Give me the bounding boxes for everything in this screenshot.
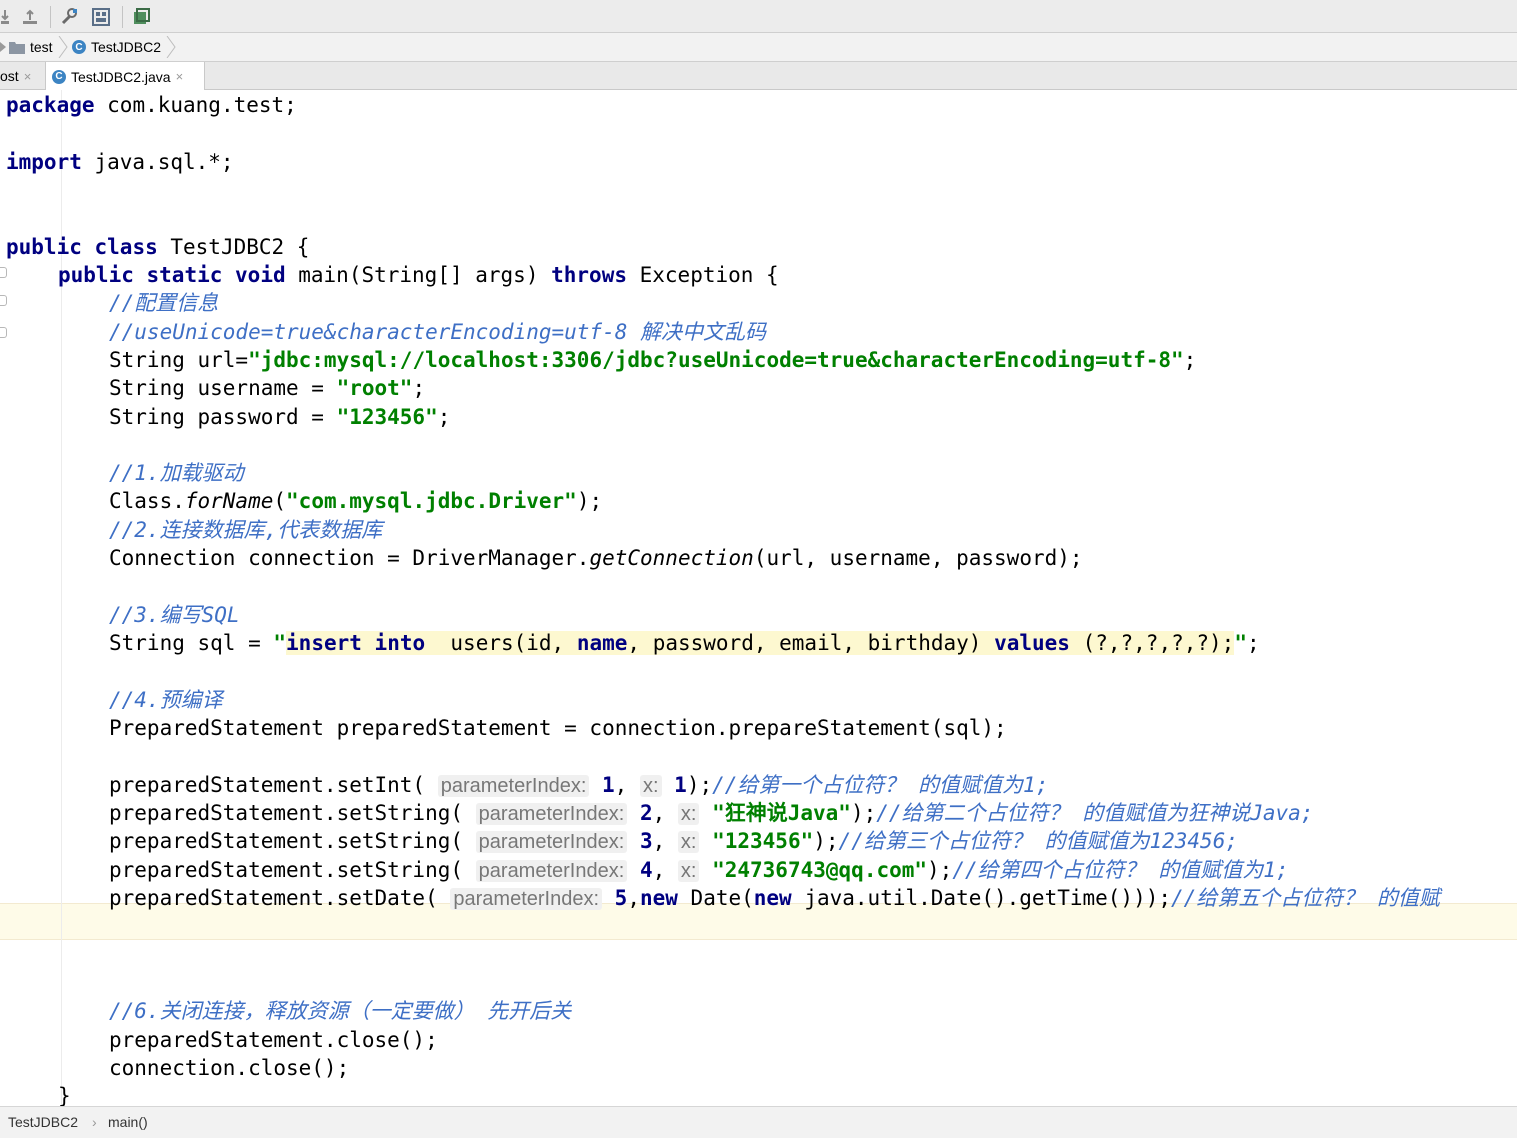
close-icon[interactable]: ×	[24, 69, 32, 84]
parameter-hint: x:	[677, 803, 700, 825]
parameter-hint: parameterIndex:	[450, 888, 603, 910]
code-line-close-connection: connection.close();	[109, 1056, 350, 1080]
parameter-hint: parameterIndex:	[475, 860, 628, 882]
download-icon[interactable]	[0, 8, 18, 26]
status-crumb-method[interactable]: main()	[108, 1114, 148, 1130]
editor-breadcrumb-bar: TestJDBC2 › main()	[0, 1106, 1517, 1138]
code-line-prepare: PreparedStatement preparedStatement = co…	[109, 716, 1007, 740]
chevron-right-icon	[0, 42, 6, 52]
structure-icon[interactable]	[92, 8, 110, 26]
close-icon[interactable]: ×	[176, 69, 184, 84]
tab-testjdbc2-java[interactable]: C TestJDBC2.java ×	[45, 62, 205, 91]
code-line-set-5: preparedStatement.setDate( parameterInde…	[109, 886, 1440, 910]
breadcrumb-item-test[interactable]: test	[9, 39, 53, 55]
breadcrumb-label: TestJDBC2	[91, 39, 162, 55]
code-line-password: String password = "123456";	[109, 405, 451, 429]
wrench-icon[interactable]	[60, 8, 78, 26]
navigation-breadcrumb: test C TestJDBC2	[0, 33, 1517, 62]
fold-marker-icon[interactable]	[0, 267, 7, 278]
main-toolbar	[0, 0, 1517, 33]
class-icon: C	[72, 40, 86, 54]
parameter-hint: parameterIndex:	[475, 831, 628, 853]
code-line-main-decl: public static void main(String[] args) t…	[58, 263, 779, 287]
editor-tab-bar: ost × C TestJDBC2.java ×	[0, 62, 1517, 91]
fold-marker-icon[interactable]	[0, 295, 7, 306]
status-crumb-class[interactable]: TestJDBC2	[8, 1114, 78, 1130]
parameter-hint: parameterIndex:	[475, 803, 628, 825]
code-comment: //4.预编译	[109, 688, 223, 712]
code-comment: //useUnicode=true&characterEncoding=utf-…	[109, 320, 767, 344]
code-line-package: package com.kuang.test;	[6, 93, 297, 117]
parameter-hint: parameterIndex:	[437, 775, 590, 797]
code-comment: //2.连接数据库,代表数据库	[109, 518, 383, 542]
code-comment: //1.加载驱动	[109, 461, 244, 485]
breadcrumb-item-testjdbc2[interactable]: C TestJDBC2	[72, 39, 161, 55]
class-icon: C	[52, 69, 66, 84]
breadcrumb-separator-icon	[166, 36, 176, 58]
fold-marker-icon[interactable]	[0, 327, 7, 338]
tab-label: ost	[0, 68, 19, 84]
parameter-hint: x:	[639, 775, 662, 797]
folder-icon	[9, 41, 25, 54]
code-comment: //3.编写SQL	[109, 603, 240, 627]
breadcrumb-label: test	[30, 39, 53, 55]
toolbar-separator	[122, 6, 123, 28]
tab-label: TestJDBC2.java	[71, 68, 171, 85]
code-line-url: String url="jdbc:mysql://localhost:3306/…	[109, 348, 1197, 372]
code-line-set-3: preparedStatement.setString( parameterIn…	[109, 829, 1238, 853]
code-line-sql: String sql = "insert into users(id, name…	[109, 631, 1260, 655]
tab-ost[interactable]: ost ×	[0, 62, 37, 90]
code-line-import: import java.sql.*;	[6, 150, 234, 174]
code-line-set-2: preparedStatement.setString( parameterIn…	[109, 801, 1314, 825]
sdk-icon[interactable]	[132, 8, 150, 26]
code-line-username: String username = "root";	[109, 376, 426, 400]
code-line-set-1: preparedStatement.setInt( parameterIndex…	[109, 773, 1049, 797]
code-comment: //配置信息	[109, 291, 219, 315]
code-line-load-driver: Class.forName("com.mysql.jdbc.Driver");	[109, 489, 603, 513]
parameter-hint: x:	[677, 860, 700, 882]
code-line-closing-brace: }	[58, 1084, 71, 1106]
code-line-set-4: preparedStatement.setString( parameterIn…	[109, 858, 1289, 882]
code-line-close-statement: preparedStatement.close();	[109, 1028, 438, 1052]
breadcrumb-separator-icon	[58, 36, 68, 58]
status-crumb-separator: ›	[92, 1114, 97, 1130]
toolbar-separator	[50, 6, 51, 28]
upload-icon[interactable]	[22, 8, 40, 26]
parameter-hint: x:	[677, 831, 700, 853]
code-comment: //6.关闭连接，释放资源（一定要做） 先开后关	[109, 999, 572, 1023]
code-line-class-decl: public class TestJDBC2 {	[6, 235, 310, 259]
code-editor[interactable]: package com.kuang.test; import java.sql.…	[0, 90, 1517, 1106]
code-line-get-connection: Connection connection = DriverManager.ge…	[109, 546, 1083, 570]
